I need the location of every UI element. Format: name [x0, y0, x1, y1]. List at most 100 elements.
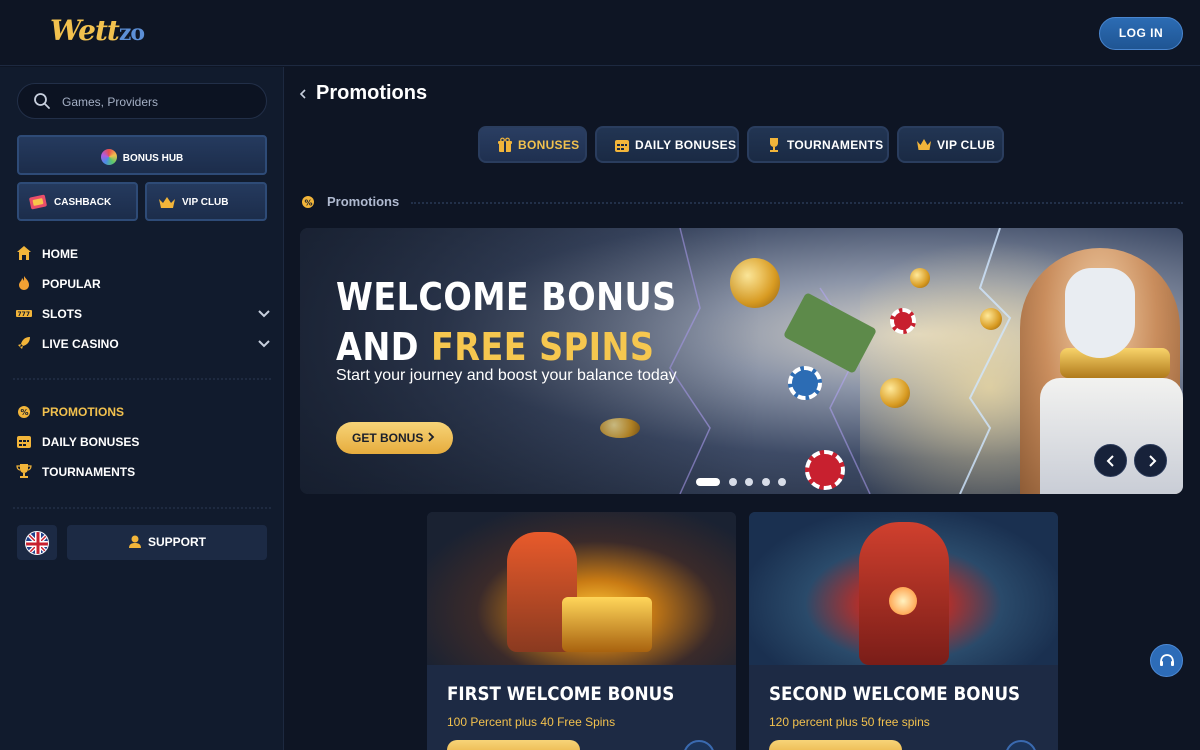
- sidebar-item-popular[interactable]: POPULAR: [16, 275, 272, 293]
- slot-reels-icon: 777: [16, 310, 32, 318]
- casino-chip-icon: [890, 308, 916, 334]
- promo-card-title: FIRST WELCOME BONUS: [447, 683, 675, 705]
- crown-icon: [917, 139, 931, 150]
- tab-label: BONUSES: [518, 138, 580, 152]
- svg-text:%: %: [305, 199, 313, 208]
- carousel-dot[interactable]: [729, 478, 737, 486]
- carousel-dot[interactable]: [778, 478, 786, 486]
- coin-icon: [980, 308, 1002, 330]
- sidebar-item-live-casino[interactable]: LIVE CASINO: [16, 335, 272, 353]
- sidebar-item-label: POPULAR: [42, 277, 101, 291]
- hero-title: WELCOME BONUS AND FREE SPINS: [336, 275, 677, 369]
- get-bonus-label: GET BONUS: [352, 431, 424, 445]
- sidebar-item-daily-bonuses[interactable]: DAILY BONUSES: [16, 433, 272, 451]
- calendar-icon: [615, 140, 629, 152]
- fire-icon: [19, 276, 29, 290]
- home-icon: [17, 246, 31, 260]
- magic-orb: [889, 587, 917, 615]
- section-title: Promotions: [327, 194, 400, 209]
- info-icon[interactable]: [683, 740, 715, 750]
- search-placeholder: Games, Providers: [62, 95, 159, 109]
- bonus-hub-button[interactable]: BONUS HUB: [17, 135, 267, 175]
- promo-card-action-button[interactable]: [769, 740, 902, 750]
- svg-text:777: 777: [18, 311, 31, 318]
- tab-label: TOURNAMENTS: [787, 138, 884, 152]
- carousel-dot[interactable]: [762, 478, 770, 486]
- live-support-button[interactable]: [1150, 644, 1183, 677]
- get-bonus-button[interactable]: GET BONUS: [336, 422, 453, 454]
- vip-club-button[interactable]: VIP CLUB: [145, 182, 267, 221]
- search-icon: [34, 93, 50, 109]
- sidebar-item-label: SLOTS: [42, 307, 83, 321]
- promo-card-image: [427, 512, 736, 665]
- sidebar-item-promotions[interactable]: % PROMOTIONS: [16, 403, 272, 421]
- page-title: Promotions: [298, 82, 427, 105]
- chevron-down-icon[interactable]: [256, 305, 272, 321]
- sidebar-item-label: TOURNAMENTS: [42, 465, 136, 479]
- coin-icon: [880, 378, 910, 408]
- promo-card-first-welcome[interactable]: FIRST WELCOME BONUS 100 Percent plus 40 …: [427, 512, 736, 750]
- sidebar-item-label: DAILY BONUSES: [42, 435, 140, 449]
- language-selector[interactable]: [17, 525, 57, 560]
- bonus-hub-label: BONUS HUB: [122, 153, 184, 164]
- chevron-left-icon: [1106, 455, 1114, 467]
- top-header: Wettzo LOG IN: [0, 0, 1200, 66]
- sidebar-item-home[interactable]: HOME: [16, 245, 272, 263]
- promo-card-description: 120 percent plus 50 free spins: [769, 715, 930, 729]
- hero-banner[interactable]: WELCOME BONUS AND FREE SPINS Start your …: [300, 228, 1183, 494]
- cashback-label: CASHBACK: [54, 197, 112, 208]
- promo-card-action-button[interactable]: [447, 740, 580, 750]
- tab-daily-bonuses[interactable]: DAILY BONUSES: [595, 126, 739, 163]
- bonus-hub-icon: [100, 149, 117, 165]
- promo-icon: %: [18, 406, 30, 418]
- chevron-down-icon[interactable]: [256, 335, 272, 351]
- info-icon[interactable]: [1005, 740, 1037, 750]
- tab-label: VIP CLUB: [937, 138, 996, 152]
- tab-label: DAILY BONUSES: [635, 138, 737, 152]
- support-label: SUPPORT: [147, 535, 206, 549]
- carousel-dot-active[interactable]: [696, 478, 720, 486]
- treasure-chest: [562, 597, 652, 652]
- chevron-right-icon: [1149, 455, 1157, 467]
- trophy-icon: [16, 464, 32, 478]
- search-input[interactable]: Games, Providers: [17, 83, 267, 119]
- ticket-icon: [29, 194, 47, 210]
- tab-tournaments[interactable]: TOURNAMENTS: [747, 126, 889, 163]
- sidebar-item-tournaments[interactable]: TOURNAMENTS: [16, 463, 272, 481]
- login-button[interactable]: LOG IN: [1099, 17, 1183, 50]
- casino-chip-icon: [788, 366, 822, 400]
- uk-flag-icon: [25, 531, 49, 555]
- site-logo[interactable]: Wettzo: [50, 14, 145, 47]
- section-header-promotions: % Promotions: [301, 193, 1183, 211]
- cashback-button[interactable]: CASHBACK: [17, 182, 138, 221]
- gift-icon: [498, 137, 512, 152]
- carousel-dot[interactable]: [745, 478, 753, 486]
- zeus-beard: [1065, 268, 1135, 358]
- sidebar-divider: [13, 378, 271, 380]
- tab-bonuses[interactable]: BONUSES: [478, 126, 587, 163]
- sidebar-item-label: HOME: [42, 247, 78, 261]
- carousel-prev-button[interactable]: [1094, 444, 1127, 477]
- headset-icon: [1160, 654, 1174, 666]
- calendar-icon: [17, 436, 31, 448]
- promo-card-title: SECOND WELCOME BONUS: [769, 683, 1021, 705]
- promo-card-image: [749, 512, 1058, 665]
- chevron-right-icon: [428, 432, 435, 442]
- support-button[interactable]: SUPPORT: [67, 525, 267, 560]
- tab-vip-club[interactable]: VIP CLUB: [897, 126, 1004, 163]
- promo-icon: %: [302, 196, 314, 208]
- sidebar-item-label: PROMOTIONS: [42, 405, 125, 419]
- promo-card-second-welcome[interactable]: SECOND WELCOME BONUS 120 percent plus 50…: [749, 512, 1058, 750]
- promo-card-description: 100 Percent plus 40 Free Spins: [447, 715, 616, 729]
- coin-icon: [910, 268, 930, 288]
- carousel-next-button[interactable]: [1134, 444, 1167, 477]
- sidebar-item-label: LIVE CASINO: [42, 337, 119, 351]
- trophy-icon: [770, 138, 778, 152]
- crown-icon: [159, 197, 175, 208]
- hero-subtitle: Start your journey and boost your balanc…: [336, 367, 677, 384]
- svg-text:%: %: [21, 408, 29, 417]
- sidebar-item-slots[interactable]: 777 SLOTS: [16, 305, 272, 323]
- back-chevron-icon[interactable]: [298, 89, 308, 99]
- rocket-icon: [18, 337, 30, 349]
- vip-club-label: VIP CLUB: [182, 197, 229, 208]
